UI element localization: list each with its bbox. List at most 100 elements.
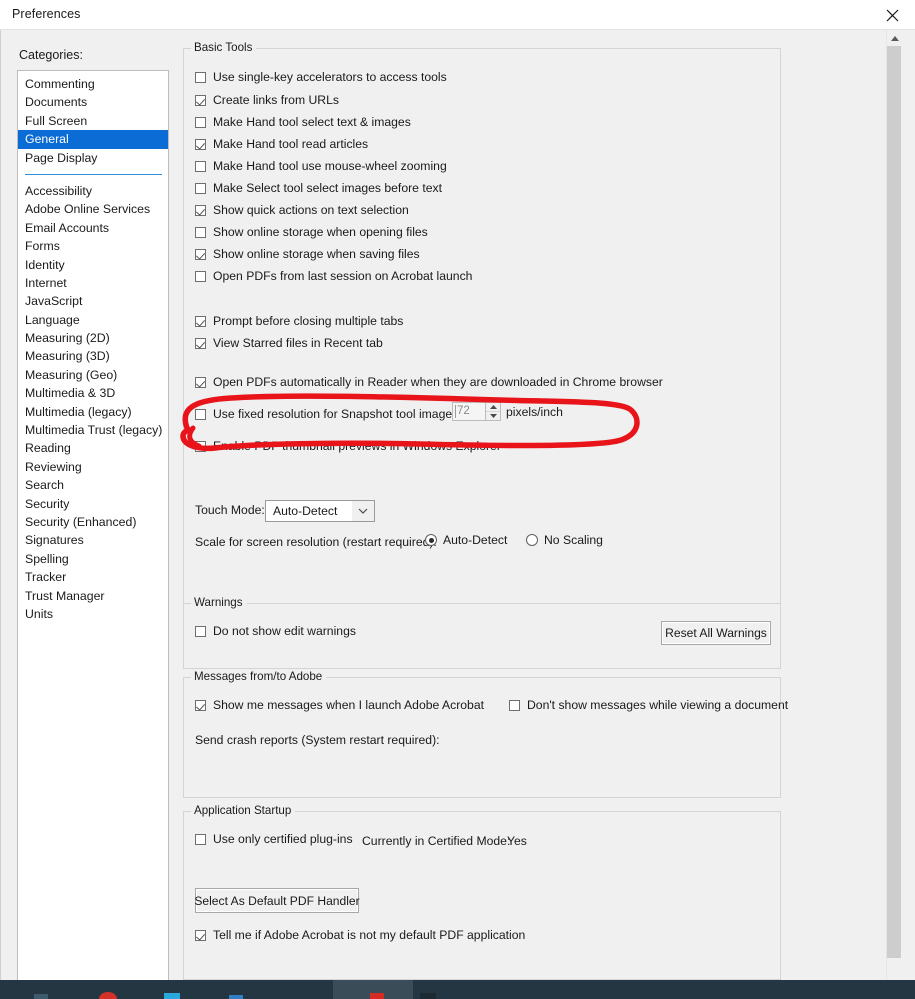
dialog-body: Categories: Commenting Documents Full Sc… — [0, 30, 915, 999]
sidebar-separator — [18, 167, 168, 182]
touch-mode-value: Auto-Detect — [273, 504, 338, 518]
checkbox-box — [195, 699, 206, 711]
sidebar-item-units[interactable]: Units — [18, 605, 168, 623]
scale-screen-resolution-label: Scale for screen resolution (restart req… — [195, 535, 437, 549]
certified-mode-value: Yes — [507, 834, 527, 848]
group-messages-legend: Messages from/to Adobe — [191, 670, 327, 683]
checkbox-hand-tool-read-articles[interactable]: Make Hand tool read articles — [195, 137, 368, 151]
checkbox-select-tool-images-before-text[interactable]: Make Select tool select images before te… — [195, 181, 442, 195]
taskbar-start-icon[interactable] — [30, 980, 52, 999]
radio-label: No Scaling — [544, 533, 603, 547]
checkbox-box — [195, 226, 206, 238]
sidebar-item-trust-manager[interactable]: Trust Manager — [18, 587, 168, 605]
stepper-up-icon[interactable] — [486, 403, 500, 412]
sidebar-item-measuring-geo[interactable]: Measuring (Geo) — [18, 366, 168, 384]
radio-auto-detect[interactable]: Auto-Detect — [425, 533, 507, 547]
sidebar-item-forms[interactable]: Forms — [18, 237, 168, 255]
sidebar-item-security[interactable]: Security — [18, 495, 168, 513]
sidebar-item-identity[interactable]: Identity — [18, 256, 168, 274]
sidebar-item-language[interactable]: Language — [18, 311, 168, 329]
sidebar-item-signatures[interactable]: Signatures — [18, 531, 168, 549]
checkbox-show-messages-on-launch[interactable]: Show me messages when I launch Adobe Acr… — [195, 698, 484, 712]
checkbox-pdf-thumbnail-previews[interactable]: Enable PDF thumbnail previews in Windows… — [195, 439, 501, 453]
sidebar-item-full-screen[interactable]: Full Screen — [18, 112, 168, 130]
sidebar-item-adobe-online-services[interactable]: Adobe Online Services — [18, 200, 168, 218]
sidebar-item-measuring-3d[interactable]: Measuring (3D) — [18, 347, 168, 365]
checkbox-label: Open PDFs automatically in Reader when t… — [213, 375, 663, 389]
sidebar-item-commenting[interactable]: Commenting — [18, 75, 168, 93]
touch-mode-label: Touch Mode: — [195, 503, 265, 517]
checkbox-fixed-resolution-snapshot[interactable]: Use fixed resolution for Snapshot tool i… — [195, 407, 462, 421]
checkbox-box — [195, 116, 206, 128]
checkbox-create-links-from-urls[interactable]: Create links from URLs — [195, 93, 339, 107]
checkbox-hand-tool-mouse-wheel-zoom[interactable]: Make Hand tool use mouse-wheel zooming — [195, 159, 447, 173]
close-glyph — [886, 9, 898, 21]
snapshot-units-label: pixels/inch — [506, 405, 563, 419]
sidebar-item-tracker[interactable]: Tracker — [18, 568, 168, 586]
stepper-down-icon[interactable] — [486, 412, 500, 420]
checkbox-prompt-before-closing-tabs[interactable]: Prompt before closing multiple tabs — [195, 314, 403, 328]
sidebar-item-multimedia-trust-legacy[interactable]: Multimedia Trust (legacy) — [18, 421, 168, 439]
sidebar-item-reviewing[interactable]: Reviewing — [18, 458, 168, 476]
checkbox-box — [195, 248, 206, 260]
chevron-down-icon[interactable] — [352, 501, 374, 521]
sidebar-item-measuring-2d[interactable]: Measuring (2D) — [18, 329, 168, 347]
sidebar-item-multimedia-legacy[interactable]: Multimedia (legacy) — [18, 403, 168, 421]
checkbox-box — [195, 833, 206, 845]
sidebar-item-javascript[interactable]: JavaScript — [18, 292, 168, 310]
checkbox-box — [195, 929, 206, 941]
sidebar-item-documents[interactable]: Documents — [18, 93, 168, 111]
checkbox-label: Use only certified plug-ins — [213, 832, 353, 846]
sidebar-item-multimedia-3d[interactable]: Multimedia & 3D — [18, 384, 168, 402]
checkbox-view-starred-files[interactable]: View Starred files in Recent tab — [195, 336, 383, 350]
sidebar-item-accessibility[interactable]: Accessibility — [18, 182, 168, 200]
send-crash-reports-label: Send crash reports (System restart requi… — [195, 733, 440, 747]
checkbox-box — [195, 71, 206, 83]
checkbox-do-not-show-edit-warnings[interactable]: Do not show edit warnings — [195, 624, 356, 638]
scroll-up-icon[interactable] — [887, 30, 901, 46]
reset-all-warnings-button[interactable]: Reset All Warnings — [661, 621, 771, 645]
sidebar-item-search[interactable]: Search — [18, 476, 168, 494]
radio-no-scaling[interactable]: No Scaling — [526, 533, 603, 547]
checkbox-single-key-accelerators[interactable]: Use single-key accelerators to access to… — [195, 70, 447, 84]
sidebar-item-spelling[interactable]: Spelling — [18, 550, 168, 568]
caret-up-glyph — [489, 405, 497, 409]
taskbar-acrobat-icon[interactable] — [362, 980, 392, 999]
select-as-default-pdf-handler-button[interactable]: Select As Default PDF Handler — [194, 888, 360, 913]
checkbox-use-only-certified-plugins[interactable]: Use only certified plug-ins — [195, 832, 353, 846]
checkbox-open-pdfs-last-session[interactable]: Open PDFs from last session on Acrobat l… — [195, 269, 472, 283]
checkbox-dont-show-messages-viewing[interactable]: Don't show messages while viewing a docu… — [509, 698, 788, 712]
vertical-scrollbar[interactable] — [886, 30, 901, 980]
group-application-startup: Application Startup Use only certified p… — [183, 804, 781, 980]
taskbar-app-icon-blue[interactable] — [160, 980, 184, 999]
checkbox-label: Open PDFs from last session on Acrobat l… — [213, 269, 473, 283]
checkbox-label: Show quick actions on text selection — [213, 203, 409, 217]
checkbox-show-online-storage-saving[interactable]: Show online storage when saving files — [195, 247, 420, 261]
categories-list[interactable]: Commenting Documents Full Screen General… — [17, 70, 169, 999]
stepper-buttons[interactable] — [486, 402, 501, 421]
sidebar-item-email-accounts[interactable]: Email Accounts — [18, 219, 168, 237]
checkbox-open-pdfs-chrome[interactable]: Open PDFs automatically in Reader when t… — [195, 375, 663, 389]
windows-taskbar[interactable] — [0, 980, 915, 999]
checkbox-show-online-storage-opening[interactable]: Show online storage when opening files — [195, 225, 428, 239]
sidebar-item-reading[interactable]: Reading — [18, 439, 168, 457]
taskbar-app-icon-dark[interactable] — [416, 980, 440, 999]
checkbox-show-quick-actions[interactable]: Show quick actions on text selection — [195, 203, 409, 217]
caret-down-glyph — [489, 414, 497, 418]
sidebar-item-internet[interactable]: Internet — [18, 274, 168, 292]
checkbox-box — [195, 182, 206, 194]
checkbox-tell-me-default-pdf-app[interactable]: Tell me if Adobe Acrobat is not my defau… — [195, 928, 525, 942]
taskbar-app-icon-red[interactable] — [96, 980, 120, 999]
snapshot-resolution-input[interactable]: 72 — [452, 402, 486, 421]
checkbox-hand-tool-select-text[interactable]: Make Hand tool select text & images — [195, 115, 411, 129]
snapshot-resolution-stepper[interactable]: 72 — [452, 402, 501, 421]
group-warnings-legend: Warnings — [191, 596, 247, 609]
taskbar-app-icon-lightblue[interactable] — [224, 980, 248, 999]
scrollbar-thumb[interactable] — [887, 46, 901, 958]
checkbox-label: Do not show edit warnings — [213, 624, 356, 638]
sidebar-item-security-enhanced[interactable]: Security (Enhanced) — [18, 513, 168, 531]
sidebar-item-general[interactable]: General — [18, 130, 168, 149]
touch-mode-select[interactable]: Auto-Detect — [265, 500, 375, 522]
close-icon[interactable] — [869, 0, 915, 30]
sidebar-item-page-display[interactable]: Page Display — [18, 149, 168, 167]
